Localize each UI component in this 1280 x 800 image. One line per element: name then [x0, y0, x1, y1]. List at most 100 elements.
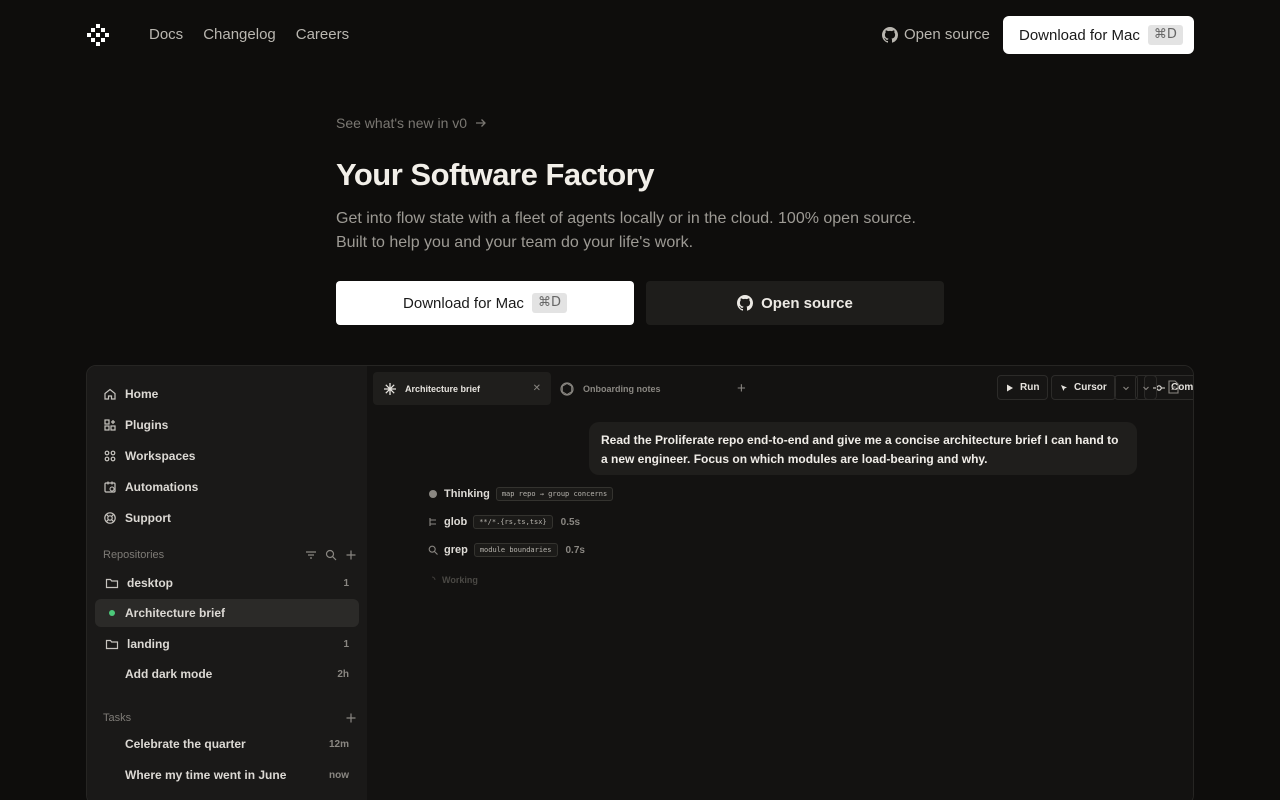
repo-time: 2h — [337, 668, 349, 680]
spinner-icon — [431, 576, 436, 581]
task-name: Where my time went in June — [125, 768, 287, 782]
run-button[interactable]: Run — [997, 375, 1049, 400]
arrow-right-icon — [476, 119, 487, 127]
main-panel: Architecture brief ✕ Onboarding notes + … — [367, 366, 1193, 800]
task-item[interactable]: Celebrate the quarter 12m — [95, 730, 359, 758]
close-icon[interactable]: ✕ — [533, 383, 541, 394]
repositories-tools — [305, 549, 357, 561]
filter-icon[interactable] — [305, 549, 317, 561]
sidebar-item-label: Support — [125, 511, 171, 525]
step-thinking: Thinking map repo → group concerns — [428, 487, 614, 501]
sidebar-item-label: Workspaces — [125, 449, 196, 463]
support-icon — [104, 512, 116, 524]
working-indicator: Working — [428, 575, 478, 585]
hero-subtitle-line-1: Get into flow state with a fleet of agen… — [336, 210, 916, 227]
nav-open-source-link[interactable]: Open source — [882, 26, 990, 43]
add-tab-icon[interactable]: + — [737, 380, 746, 397]
hero-subtitle: Get into flow state with a fleet of agen… — [336, 207, 976, 255]
nav-link-docs[interactable]: Docs — [149, 26, 183, 44]
step-label: Thinking — [444, 488, 490, 500]
task-time: 12m — [328, 738, 349, 750]
working-label: Working — [442, 575, 478, 585]
folder-icon — [105, 639, 119, 650]
sparkle-icon — [384, 382, 396, 395]
hero-open-source-label: Open source — [761, 294, 853, 312]
step-code: module boundaries — [473, 543, 558, 557]
step-grep: grep module boundaries 0.7s — [428, 543, 585, 557]
step-code: map repo → group concerns — [495, 487, 614, 501]
github-icon — [737, 295, 754, 311]
step-code: **/*.{rs,ts,tsx} — [473, 515, 553, 529]
tasks-heading: Tasks — [103, 712, 132, 724]
commit-dropdown-chevron-icon[interactable] — [1135, 375, 1157, 400]
play-icon — [1007, 384, 1013, 391]
home-icon — [104, 388, 116, 400]
run-label: Run — [1020, 382, 1040, 393]
tab-label: Onboarding notes — [583, 383, 661, 394]
user-message: Read the Proliferate repo end-to-end and… — [589, 422, 1137, 475]
task-time: now — [329, 769, 349, 781]
nav-link-careers[interactable]: Careers — [296, 26, 349, 44]
hero-open-source-button[interactable]: Open source — [646, 281, 944, 325]
plugins-icon — [104, 419, 116, 431]
nav-download-shortcut: ⌘D — [1147, 25, 1183, 45]
step-duration: 0.7s — [565, 544, 585, 556]
search-icon — [428, 545, 438, 555]
sidebar-item-label: Plugins — [125, 418, 169, 432]
hero-download-label: Download for Mac — [403, 294, 524, 312]
hero-subtitle-line-2: Built to help you and your team do your … — [336, 234, 694, 251]
repo-count: 1 — [343, 638, 349, 650]
glob-icon — [429, 518, 436, 526]
repositories-heading: Repositories — [103, 549, 165, 561]
calendar-clock-icon — [104, 481, 116, 493]
tasks-tools — [345, 712, 357, 724]
nav-link-changelog[interactable]: Changelog — [203, 26, 276, 44]
repo-item-landing[interactable]: landing 1 — [95, 630, 359, 658]
task-item[interactable]: Where my time went in June now — [95, 761, 359, 789]
thinking-icon — [429, 490, 437, 498]
hero-title: Your Software Factory — [336, 157, 654, 192]
step-label: grep — [444, 544, 468, 556]
repo-item-desktop[interactable]: desktop 1 — [95, 569, 359, 597]
sidebar-item-home[interactable]: Home — [103, 387, 158, 401]
document-icon[interactable] — [1167, 380, 1180, 394]
repo-count: 1 — [343, 577, 349, 589]
hero-download-shortcut: ⌘D — [531, 293, 567, 313]
step-duration: 0.5s — [560, 516, 581, 528]
sidebar-item-support[interactable]: Support — [103, 511, 171, 525]
task-name: Celebrate the quarter — [125, 737, 246, 751]
step-label: glob — [444, 516, 468, 528]
user-message-line-1: Read the Proliferate repo end-to-end and… — [601, 433, 1119, 447]
repo-name: landing — [127, 637, 170, 651]
repo-item-architecture-brief[interactable]: Architecture brief — [95, 599, 359, 627]
workspaces-icon — [104, 450, 116, 462]
user-message-line-2: a new engineer. Focus on which modules a… — [601, 452, 988, 466]
whats-new-link[interactable]: See what's new in v0 — [336, 115, 487, 131]
folder-icon — [105, 578, 119, 589]
tab-onboarding-notes[interactable]: Onboarding notes — [559, 372, 729, 405]
step-glob: glob **/*.{rs,ts,tsx} 0.5s — [428, 515, 580, 529]
tab-label: Architecture brief — [405, 383, 481, 394]
cursor-icon — [1061, 384, 1067, 391]
sidebar-item-automations[interactable]: Automations — [103, 480, 198, 494]
repo-name: Architecture brief — [125, 606, 226, 620]
plus-icon[interactable] — [345, 712, 357, 724]
search-icon[interactable] — [325, 549, 337, 561]
app-preview-window: Home Plugins Workspaces Automations Supp… — [86, 365, 1194, 800]
cursor-button[interactable]: Cursor — [1051, 375, 1116, 400]
repo-name: Add dark mode — [125, 667, 213, 681]
tab-architecture-brief[interactable]: Architecture brief ✕ — [373, 372, 551, 405]
nav-download-button[interactable]: Download for Mac ⌘D — [1003, 16, 1194, 54]
sidebar-item-workspaces[interactable]: Workspaces — [103, 449, 195, 463]
hero-download-button[interactable]: Download for Mac ⌘D — [336, 281, 634, 325]
repo-item-add-dark-mode[interactable]: Add dark mode 2h — [95, 660, 359, 688]
top-nav: Docs Changelog Careers Open source Downl… — [0, 0, 1280, 70]
logo-icon[interactable] — [86, 23, 110, 47]
openai-icon — [560, 381, 574, 396]
plus-icon[interactable] — [345, 549, 357, 561]
github-icon — [882, 26, 898, 43]
status-dot — [109, 610, 115, 616]
cursor-label: Cursor — [1074, 382, 1107, 393]
sidebar-item-plugins[interactable]: Plugins — [103, 418, 168, 432]
nav-download-label: Download for Mac — [1019, 26, 1140, 44]
